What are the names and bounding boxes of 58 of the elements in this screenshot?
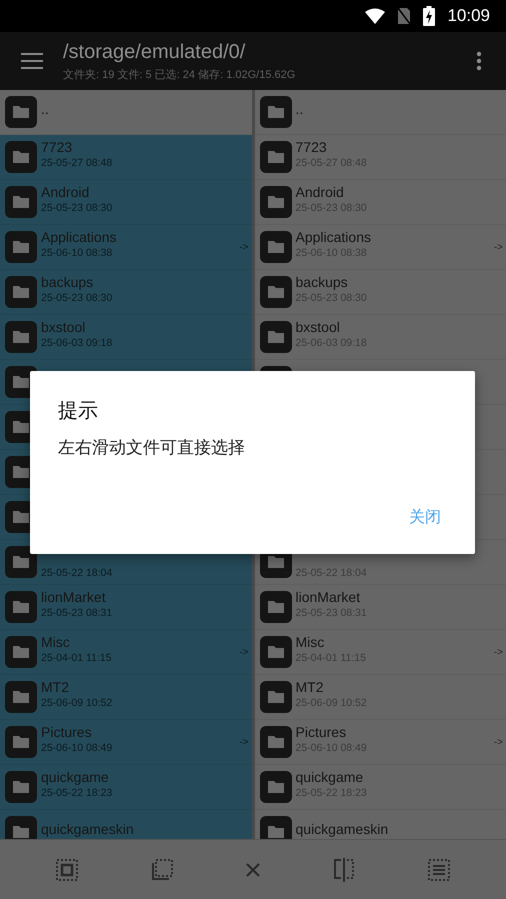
file-name: lionMarket <box>296 588 362 606</box>
file-date: 25-05-27 08:48 <box>41 156 114 170</box>
dialog-message: 左右滑动文件可直接选择 <box>58 437 246 459</box>
file-name: Android <box>41 183 90 201</box>
file-name: bxstool <box>41 318 86 336</box>
file-date: 25-06-03 09:18 <box>41 336 114 350</box>
status-time: 10:09 <box>447 6 490 26</box>
dialog-title: 提示 <box>58 399 99 424</box>
link-indicator: -> <box>494 736 503 748</box>
file-row[interactable]: bxstool 25-06-03 09:18 <box>0 315 252 360</box>
file-date: 25-05-22 18:23 <box>41 786 114 800</box>
file-name: quickgameskin <box>41 820 135 838</box>
path-title: /storage/emulated/0/ <box>63 40 246 64</box>
file-name: MT2 <box>296 678 324 696</box>
file-row[interactable]: MT2 25-06-09 10:52 <box>0 675 252 720</box>
file-name: .. <box>41 100 50 118</box>
file-row[interactable]: backups 25-05-23 08:30 <box>0 270 252 315</box>
file-name: quickgameskin <box>296 820 390 838</box>
file-row[interactable]: lionMarket 25-05-23 08:31 <box>0 585 252 630</box>
file-name: 7723 <box>296 138 328 156</box>
link-indicator: -> <box>239 736 248 748</box>
file-row[interactable]: 7723 25-05-27 08:48 <box>0 135 252 180</box>
file-name: Applications <box>296 228 372 246</box>
link-indicator: -> <box>494 646 503 658</box>
file-date: 25-05-23 08:30 <box>41 291 114 305</box>
file-date: 25-06-10 08:49 <box>41 741 114 755</box>
link-indicator: -> <box>239 242 248 252</box>
file-row[interactable]: Misc 25-04-01 11:15 -> <box>0 630 252 675</box>
file-name: Applications <box>41 228 118 246</box>
file-name: lionMarket <box>41 588 107 606</box>
file-name: Pictures <box>41 723 93 741</box>
file-name: Misc <box>41 633 71 651</box>
file-name: quickgame <box>296 768 364 786</box>
file-row[interactable]: Applications 25-06-10 08:38 -> <box>0 225 252 270</box>
file-name: 7723 <box>41 138 74 156</box>
file-name: Misc <box>296 633 326 651</box>
file-date: 25-06-10 08:38 <box>41 246 114 260</box>
file-row[interactable]: Android 25-05-23 08:30 <box>0 180 252 225</box>
file-name: bxstool <box>296 318 341 336</box>
file-date: 25-06-09 10:52 <box>41 696 114 710</box>
file-name: backups <box>296 273 349 291</box>
file-name: Pictures <box>296 723 348 741</box>
file-date: 25-05-22 18:04 <box>41 566 114 580</box>
file-name: MT2 <box>41 678 70 696</box>
link-indicator: -> <box>239 646 248 658</box>
close-button[interactable]: 关闭 <box>405 503 461 532</box>
file-row[interactable]: quickgame 25-05-22 18:23 <box>0 765 252 810</box>
file-name: quickgame <box>41 768 110 786</box>
file-name: Android <box>296 183 345 201</box>
storage-summary: 文件夹: 19 文件: 5 已选: 24 储存: 1.02G/15.62G <box>63 68 296 82</box>
file-name: .. <box>296 100 304 118</box>
file-date: 25-05-23 08:30 <box>41 201 114 215</box>
link-indicator: -> <box>494 242 503 252</box>
file-row[interactable]: Pictures 25-06-10 08:49 -> <box>0 720 252 765</box>
file-name: backups <box>41 273 94 291</box>
file-date: 25-04-01 11:15 <box>41 651 112 665</box>
file-date: 25-05-23 08:31 <box>41 606 114 620</box>
file-row[interactable]: quickgameskin <box>0 810 252 839</box>
